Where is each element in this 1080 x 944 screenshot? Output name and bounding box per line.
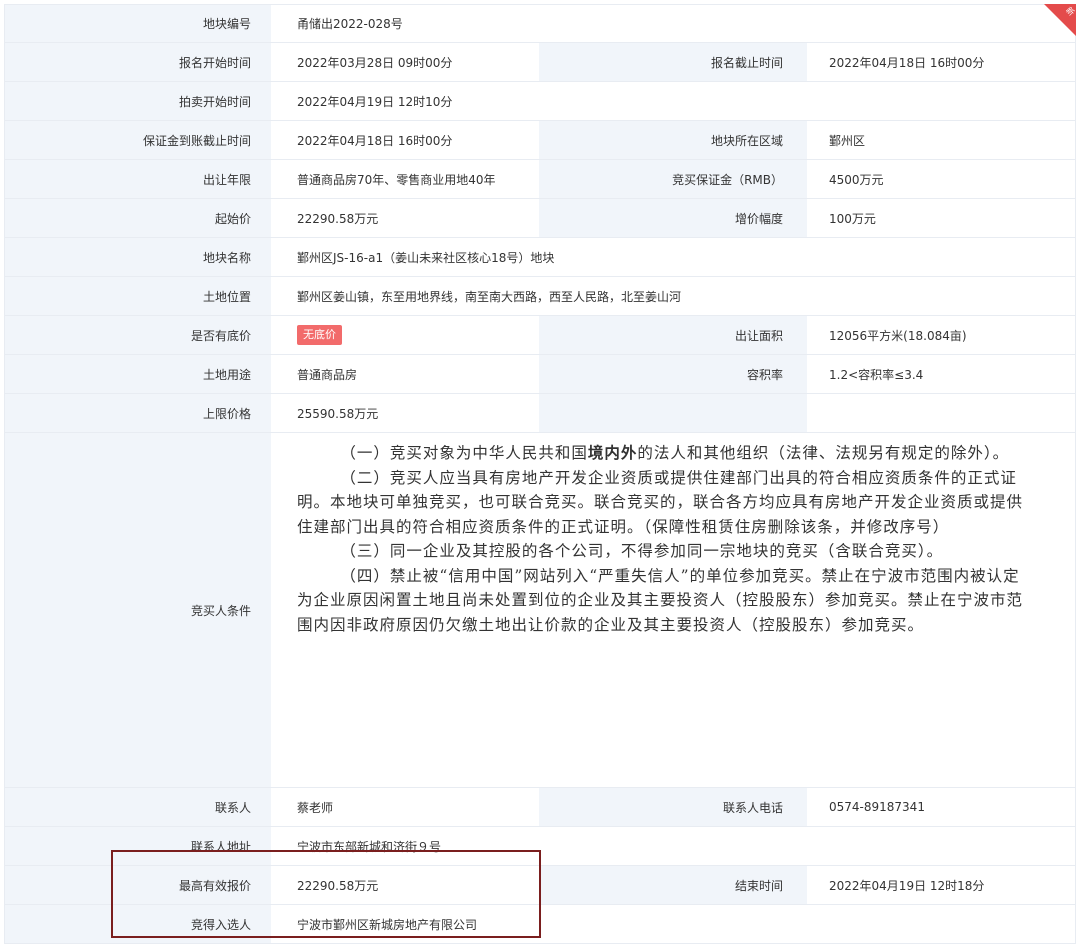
empty-value-cell	[807, 394, 1075, 432]
value-far: 1.2<容积率≤3.4	[807, 355, 1075, 393]
empty-label-cell	[539, 394, 807, 432]
label-contact: 联系人	[5, 788, 271, 826]
label-plot-no: 地块编号	[5, 5, 271, 42]
row-price-increment: 起始价 22290.58万元 增价幅度 100万元	[5, 199, 1075, 238]
value-start-price: 22290.58万元	[271, 199, 539, 237]
label-usage: 土地用途	[5, 355, 271, 393]
value-contact: 蔡老师	[271, 788, 539, 826]
value-auction-start: 2022年04月19日 12时10分	[271, 82, 1075, 120]
value-plot-name: 鄞州区JS-16-a1（姜山未来社区核心18号）地块	[271, 238, 1075, 276]
value-end-time: 2022年04月19日 12时18分	[807, 866, 1075, 904]
label-auction-start: 拍卖开始时间	[5, 82, 271, 120]
value-top-bid: 22290.58万元	[271, 866, 539, 904]
row-term-deposit: 出让年限 普通商品房70年、零售商业用地40年 竞买保证金（RMB） 4500万…	[5, 160, 1075, 199]
label-reg-end: 报名截止时间	[539, 43, 807, 81]
label-area: 出让面积	[539, 316, 807, 354]
condition-2: （二）竞买人应当具有房地产开发企业资质或提供住建部门出具的符合相应资质条件的正式…	[297, 468, 1024, 536]
row-auction-start: 拍卖开始时间 2022年04月19日 12时10分	[5, 82, 1075, 121]
value-deposit-deadline: 2022年04月18日 16时00分	[271, 121, 539, 159]
value-reserve-cell: 无底价	[271, 316, 539, 354]
value-cap-price: 25590.58万元	[271, 394, 539, 432]
value-phone: 0574-89187341	[807, 788, 1075, 826]
label-conditions: 竞买人条件	[5, 433, 271, 787]
row-plot-name: 地块名称 鄞州区JS-16-a1（姜山未来社区核心18号）地块	[5, 238, 1075, 277]
value-reg-start: 2022年03月28日 09时00分	[271, 43, 539, 81]
row-top-bid: 最高有效报价 22290.58万元 结束时间 2022年04月19日 12时18…	[5, 866, 1075, 905]
row-registration: 报名开始时间 2022年03月28日 09时00分 报名截止时间 2022年04…	[5, 43, 1075, 82]
value-plot-no: 甬储出2022-028号	[271, 5, 1075, 42]
label-address: 联系人地址	[5, 827, 271, 865]
label-plot-name: 地块名称	[5, 238, 271, 276]
value-deposit: 4500万元	[807, 160, 1075, 198]
condition-4: （四）禁止被“信用中国”网站列入“严重失信人”的单位参加竞买。禁止在宁波市范围内…	[297, 566, 1024, 634]
conditions-text: （一）竞买对象为中华人民共和国境内外的法人和其他组织（法律、法规另有规定的除外）…	[271, 433, 1075, 647]
label-increment: 增价幅度	[539, 199, 807, 237]
land-auction-detail-table: 地块编号 甬储出2022-028号 报名开始时间 2022年03月28日 09时…	[4, 4, 1076, 944]
label-phone: 联系人电话	[539, 788, 807, 826]
row-address: 联系人地址 宁波市东部新城和济街９号	[5, 827, 1075, 866]
row-plot-no: 地块编号 甬储出2022-028号	[5, 5, 1075, 43]
new-corner-badge: 新	[1044, 4, 1076, 36]
row-deposit-district: 保证金到账截止时间 2022年04月18日 16时00分 地块所在区域 鄞州区	[5, 121, 1075, 160]
row-conditions: 竞买人条件 （一）竞买对象为中华人民共和国境内外的法人和其他组织（法律、法规另有…	[5, 433, 1075, 788]
label-top-bid: 最高有效报价	[5, 866, 271, 904]
label-start-price: 起始价	[5, 199, 271, 237]
value-location: 鄞州区姜山镇，东至用地界线，南至南大西路，西至人民路，北至姜山河	[271, 277, 1075, 315]
value-winner: 宁波市鄞州区新城房地产有限公司	[271, 905, 1075, 943]
value-address: 宁波市东部新城和济街９号	[271, 827, 1075, 865]
value-area: 12056平方米(18.084亩)	[807, 316, 1075, 354]
label-winner: 竞得入选人	[5, 905, 271, 943]
label-reserve: 是否有底价	[5, 316, 271, 354]
row-cap-price: 上限价格 25590.58万元	[5, 394, 1075, 433]
value-reg-end: 2022年04月18日 16时00分	[807, 43, 1075, 81]
label-district: 地块所在区域	[539, 121, 807, 159]
label-location: 土地位置	[5, 277, 271, 315]
label-term: 出让年限	[5, 160, 271, 198]
value-conditions-cell: （一）竞买对象为中华人民共和国境内外的法人和其他组织（法律、法规另有规定的除外）…	[271, 433, 1075, 787]
condition-1: （一）竞买对象为中华人民共和国境内外的法人和其他组织（法律、法规另有规定的除外）…	[340, 443, 1010, 462]
row-contact: 联系人 蔡老师 联系人电话 0574-89187341	[5, 788, 1075, 827]
label-reg-start: 报名开始时间	[5, 43, 271, 81]
value-usage: 普通商品房	[271, 355, 539, 393]
row-reserve-area: 是否有底价 无底价 出让面积 12056平方米(18.084亩)	[5, 316, 1075, 355]
value-increment: 100万元	[807, 199, 1075, 237]
row-usage-far: 土地用途 普通商品房 容积率 1.2<容积率≤3.4	[5, 355, 1075, 394]
label-deposit-deadline: 保证金到账截止时间	[5, 121, 271, 159]
condition-3: （三）同一企业及其控股的各个公司，不得参加同一宗地块的竞买（含联合竞买）。	[340, 542, 944, 560]
row-winner: 竞得入选人 宁波市鄞州区新城房地产有限公司	[5, 905, 1075, 943]
no-reserve-badge: 无底价	[297, 325, 342, 345]
condition-1-emphasis: 境内外	[587, 443, 638, 462]
label-far: 容积率	[539, 355, 807, 393]
label-cap-price: 上限价格	[5, 394, 271, 432]
row-location: 土地位置 鄞州区姜山镇，东至用地界线，南至南大西路，西至人民路，北至姜山河	[5, 277, 1075, 316]
value-district: 鄞州区	[807, 121, 1075, 159]
label-deposit: 竞买保证金（RMB）	[539, 160, 807, 198]
value-term: 普通商品房70年、零售商业用地40年	[271, 160, 539, 198]
label-end-time: 结束时间	[539, 866, 807, 904]
